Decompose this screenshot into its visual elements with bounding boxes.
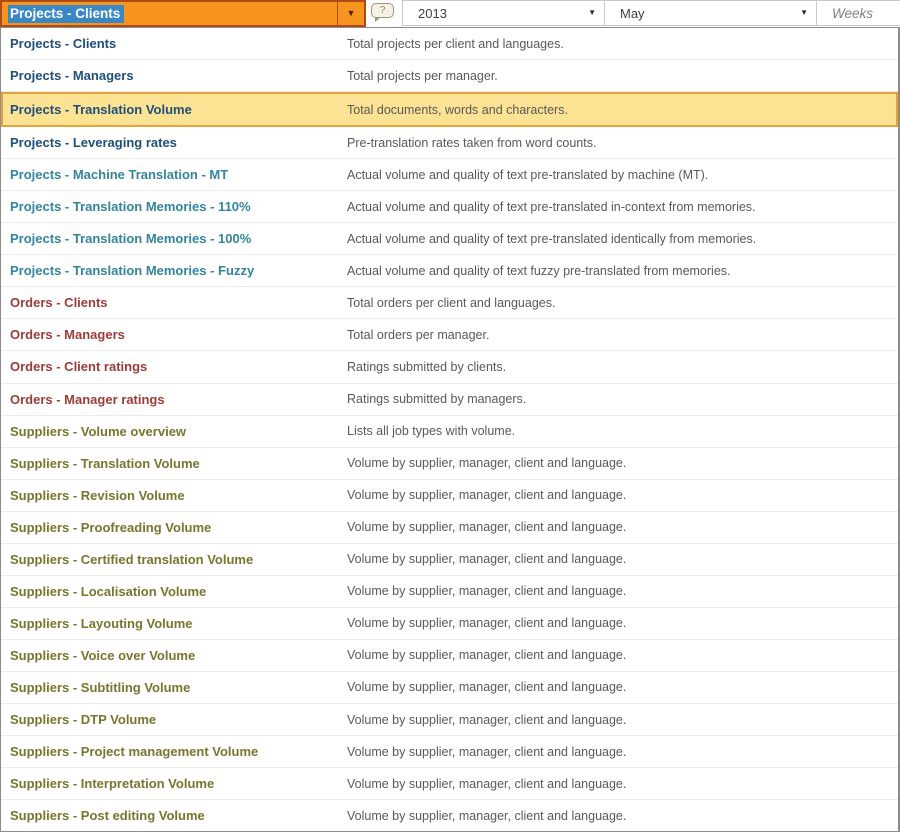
list-item[interactable]: Orders - Manager ratingsRatings submitte…: [1, 384, 898, 416]
report-dropdown-arrow-button[interactable]: ▼: [337, 2, 364, 25]
report-name: Suppliers - Interpretation Volume: [10, 776, 347, 791]
report-name: Projects - Translation Memories - 100%: [10, 231, 347, 246]
list-item[interactable]: Projects - Translation Memories - 110%Ac…: [1, 191, 898, 223]
list-item[interactable]: Suppliers - Post editing VolumeVolume by…: [1, 800, 898, 831]
toolbar: Projects - Clients ▼ ? 2013 ▼ May ▼ Week…: [0, 0, 900, 27]
list-item[interactable]: Projects - Translation Memories - 100%Ac…: [1, 223, 898, 255]
chevron-down-icon: ▼: [588, 9, 596, 17]
list-item[interactable]: Suppliers - Localisation VolumeVolume by…: [1, 576, 898, 608]
list-item[interactable]: Suppliers - Voice over VolumeVolume by s…: [1, 640, 898, 672]
chevron-down-icon: ▼: [800, 9, 808, 17]
report-description: Volume by supplier, manager, client and …: [347, 488, 626, 502]
report-name: Projects - Managers: [10, 68, 347, 83]
list-item[interactable]: Suppliers - Subtitling VolumeVolume by s…: [1, 672, 898, 704]
list-item[interactable]: Projects - ManagersTotal projects per ma…: [1, 60, 898, 92]
report-description: Actual volume and quality of text fuzzy …: [347, 264, 731, 278]
report-description: Volume by supplier, manager, client and …: [347, 648, 626, 662]
report-name: Suppliers - Volume overview: [10, 424, 347, 439]
list-item[interactable]: Projects - Machine Translation - MTActua…: [1, 159, 898, 191]
report-name: Projects - Translation Memories - Fuzzy: [10, 263, 347, 278]
report-description: Ratings submitted by clients.: [347, 360, 506, 374]
weeks-input-placeholder: Weeks: [832, 6, 873, 21]
list-item[interactable]: Suppliers - DTP VolumeVolume by supplier…: [1, 704, 898, 736]
list-item[interactable]: Suppliers - Translation VolumeVolume by …: [1, 448, 898, 480]
report-name: Suppliers - Voice over Volume: [10, 648, 347, 663]
month-dropdown-value: May: [620, 6, 645, 21]
list-item[interactable]: Orders - ManagersTotal orders per manage…: [1, 319, 898, 351]
report-description: Volume by supplier, manager, client and …: [347, 777, 626, 791]
list-item[interactable]: Projects - ClientsTotal projects per cli…: [1, 28, 898, 60]
report-description: Volume by supplier, manager, client and …: [347, 520, 626, 534]
report-name: Suppliers - DTP Volume: [10, 712, 347, 727]
report-dropdown-value: Projects - Clients: [2, 2, 337, 25]
list-item[interactable]: Suppliers - Layouting VolumeVolume by su…: [1, 608, 898, 640]
report-description: Actual volume and quality of text pre-tr…: [347, 168, 708, 182]
report-name: Suppliers - Proofreading Volume: [10, 520, 347, 535]
list-item[interactable]: Suppliers - Interpretation VolumeVolume …: [1, 768, 898, 800]
report-name: Suppliers - Project management Volume: [10, 744, 347, 759]
report-description: Total orders per manager.: [347, 328, 489, 342]
report-description: Volume by supplier, manager, client and …: [347, 745, 626, 759]
list-item[interactable]: Projects - Leveraging ratesPre-translati…: [1, 127, 898, 159]
report-name: Orders - Managers: [10, 327, 347, 342]
report-description: Volume by supplier, manager, client and …: [347, 680, 626, 694]
list-item[interactable]: Suppliers - Proofreading VolumeVolume by…: [1, 512, 898, 544]
report-description: Pre-translation rates taken from word co…: [347, 136, 596, 150]
report-name: Suppliers - Subtitling Volume: [10, 680, 347, 695]
report-description: Volume by supplier, manager, client and …: [347, 713, 626, 727]
report-name: Orders - Clients: [10, 295, 347, 310]
help-icon[interactable]: ?: [371, 3, 394, 18]
report-name: Suppliers - Layouting Volume: [10, 616, 347, 631]
report-name: Suppliers - Post editing Volume: [10, 808, 347, 823]
report-name: Orders - Client ratings: [10, 359, 347, 374]
chevron-down-icon: ▼: [347, 9, 356, 18]
list-item[interactable]: Projects - Translation VolumeTotal docum…: [1, 92, 898, 127]
report-description: Actual volume and quality of text pre-tr…: [347, 232, 756, 246]
report-description: Total documents, words and characters.: [347, 103, 568, 117]
report-description: Volume by supplier, manager, client and …: [347, 584, 626, 598]
report-list: Projects - ClientsTotal projects per cli…: [0, 27, 900, 832]
report-name: Projects - Machine Translation - MT: [10, 167, 347, 182]
report-description: Actual volume and quality of text pre-tr…: [347, 200, 756, 214]
report-description: Lists all job types with volume.: [347, 424, 515, 438]
report-name: Projects - Leveraging rates: [10, 135, 347, 150]
list-item[interactable]: Suppliers - Certified translation Volume…: [1, 544, 898, 576]
year-dropdown[interactable]: 2013 ▼: [402, 0, 605, 26]
report-name: Projects - Clients: [10, 36, 347, 51]
report-name: Projects - Translation Memories - 110%: [10, 199, 347, 214]
list-item[interactable]: Suppliers - Revision VolumeVolume by sup…: [1, 480, 898, 512]
report-name: Orders - Manager ratings: [10, 392, 347, 407]
report-description: Ratings submitted by managers.: [347, 392, 526, 406]
report-picker-window: Projects - Clients ▼ ? 2013 ▼ May ▼ Week…: [0, 0, 900, 27]
list-item[interactable]: Orders - Client ratingsRatings submitted…: [1, 351, 898, 383]
list-item[interactable]: Suppliers - Project management VolumeVol…: [1, 736, 898, 768]
report-description: Volume by supplier, manager, client and …: [347, 616, 626, 630]
report-name: Projects - Translation Volume: [10, 102, 347, 117]
report-name: Suppliers - Localisation Volume: [10, 584, 347, 599]
report-name: Suppliers - Certified translation Volume: [10, 552, 347, 567]
report-dropdown[interactable]: Projects - Clients ▼: [0, 0, 366, 27]
list-item[interactable]: Orders - ClientsTotal orders per client …: [1, 287, 898, 319]
report-description: Total orders per client and languages.: [347, 296, 555, 310]
report-dropdown-selected-text: Projects - Clients: [8, 5, 124, 23]
list-item[interactable]: Projects - Translation Memories - FuzzyA…: [1, 255, 898, 287]
report-name: Suppliers - Translation Volume: [10, 456, 347, 471]
report-description: Volume by supplier, manager, client and …: [347, 456, 626, 470]
report-description: Volume by supplier, manager, client and …: [347, 552, 626, 566]
list-item[interactable]: Suppliers - Volume overviewLists all job…: [1, 416, 898, 448]
year-dropdown-value: 2013: [418, 6, 447, 21]
month-dropdown[interactable]: May ▼: [604, 0, 817, 26]
report-description: Volume by supplier, manager, client and …: [347, 809, 626, 823]
report-name: Suppliers - Revision Volume: [10, 488, 347, 503]
weeks-input[interactable]: Weeks: [816, 0, 900, 26]
report-description: Total projects per manager.: [347, 69, 498, 83]
report-description: Total projects per client and languages.: [347, 37, 564, 51]
